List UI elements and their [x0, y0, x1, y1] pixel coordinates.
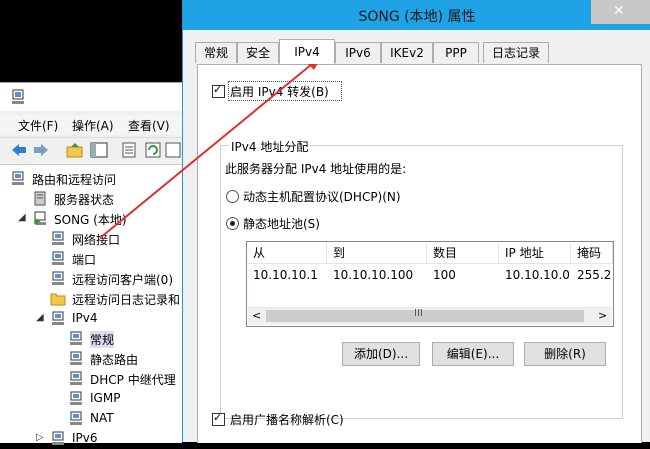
annotation-arrow	[99, 56, 322, 239]
tab-ipv4[interactable]: IPv4	[279, 39, 335, 64]
